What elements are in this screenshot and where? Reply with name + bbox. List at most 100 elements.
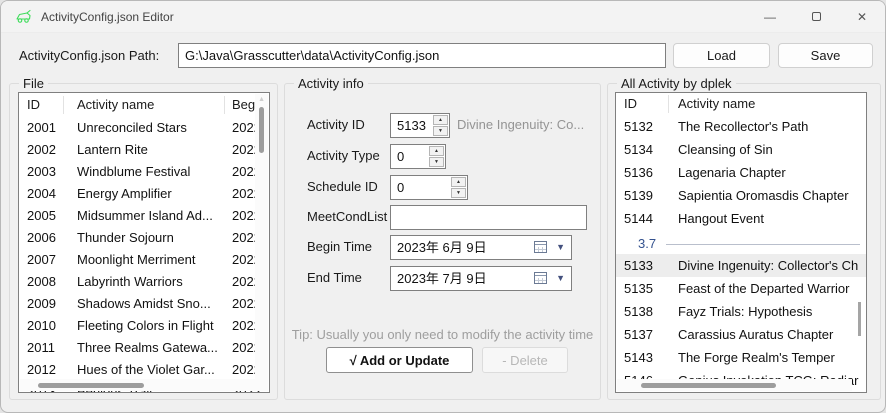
spinner-buttons: ▲ ▼ bbox=[429, 146, 444, 167]
cell-id: 5132 bbox=[624, 115, 653, 138]
cell-activity-name: Three Realms Gatewa... bbox=[77, 337, 218, 359]
table-row[interactable]: 5138Fayz Trials: Hypothesis bbox=[616, 300, 866, 323]
activity-type-row: Activity Type 0 ▲ ▼ bbox=[285, 144, 600, 169]
column-header-id[interactable]: ID bbox=[624, 93, 637, 115]
add-or-update-button[interactable]: √ Add or Update bbox=[326, 347, 473, 373]
minimize-button[interactable]: — bbox=[747, 1, 793, 33]
file-list[interactable]: ID Activity name Begi 2001Unreconciled S… bbox=[18, 92, 270, 393]
table-row[interactable]: 5143The Forge Realm's Temper bbox=[616, 346, 866, 369]
spinner-up-icon[interactable]: ▲ bbox=[433, 115, 448, 125]
table-row[interactable]: 5135Feast of the Departed Warrior bbox=[616, 277, 866, 300]
load-button[interactable]: Load bbox=[673, 43, 770, 68]
end-time-value: 2023年 7月 9日 bbox=[397, 267, 487, 290]
cell-activity-name: Energy Amplifier bbox=[77, 183, 172, 205]
table-row[interactable]: 5144 Hangout Event bbox=[616, 207, 866, 230]
all-activity-list[interactable]: ID Activity name 5132 The Recollector's P… bbox=[615, 92, 867, 393]
activity-type-stepper[interactable]: 0 ▲ ▼ bbox=[390, 144, 446, 169]
file-list-header[interactable]: ID Activity name Begi bbox=[19, 93, 269, 117]
close-button[interactable]: ✕ bbox=[839, 1, 885, 33]
table-row[interactable]: 2003Windblume Festival2022 bbox=[19, 161, 269, 183]
table-row[interactable]: 2006Thunder Sojourn2022 bbox=[19, 227, 269, 249]
file-list-vertical-scrollbar[interactable]: ▲ bbox=[255, 94, 268, 391]
scroll-up-icon[interactable]: ▲ bbox=[258, 96, 265, 103]
spinner-up-icon[interactable]: ▲ bbox=[429, 146, 444, 156]
table-row[interactable]: 5134 Cleansing of Sin bbox=[616, 138, 866, 161]
column-header-activity-name[interactable]: Activity name bbox=[678, 93, 755, 115]
activity-id-stepper[interactable]: 5133 ▲ ▼ bbox=[390, 113, 450, 138]
cell-activity-name: Shadows Amidst Sno... bbox=[77, 293, 211, 315]
end-time-label: End Time bbox=[307, 270, 362, 285]
table-row[interactable]: 2009Shadows Amidst Sno...2022 bbox=[19, 293, 269, 315]
cell-id: 5133 bbox=[624, 254, 653, 277]
all-activity-list-header[interactable]: ID Activity name bbox=[616, 93, 866, 115]
cell-activity-name: Feast of the Departed Warrior bbox=[678, 277, 849, 300]
activity-info-group: Activity info Activity ID 5133 ▲ ▼ Divin… bbox=[284, 83, 601, 400]
activity-type-value: 0 bbox=[397, 145, 404, 168]
app-window: ActivityConfig.json Editor — ✕ ActivityC… bbox=[0, 0, 886, 413]
cell-id: 2010 bbox=[27, 315, 56, 337]
column-divider[interactable] bbox=[63, 96, 64, 114]
cell-id: 2007 bbox=[27, 249, 56, 271]
cell-id: 2003 bbox=[27, 161, 56, 183]
table-row[interactable]: 5136Lagenaria Chapter bbox=[616, 161, 866, 184]
cell-id: 5143 bbox=[624, 346, 653, 369]
end-time-row: End Time 2023年 7月 9日 ▼ bbox=[285, 266, 600, 291]
schedule-id-stepper[interactable]: 0 ▲ ▼ bbox=[390, 175, 468, 200]
scrollbar-thumb[interactable] bbox=[858, 302, 861, 336]
column-header-id[interactable]: ID bbox=[27, 93, 40, 117]
column-divider[interactable] bbox=[668, 95, 669, 113]
table-row[interactable]: 5137Carassius Auratus Chapter bbox=[616, 323, 866, 346]
table-row[interactable]: 2002Lantern Rite2022 bbox=[19, 139, 269, 161]
cell-activity-name: Hues of the Violet Gar... bbox=[77, 359, 215, 381]
spinner-down-icon[interactable]: ▼ bbox=[451, 188, 466, 198]
cell-activity-name: Hangout Event bbox=[678, 207, 764, 230]
scrollbar-thumb[interactable] bbox=[641, 383, 776, 388]
cell-activity-name: The Recollector's Path bbox=[678, 115, 808, 138]
table-row[interactable]: 2007Moonlight Merriment2022 bbox=[19, 249, 269, 271]
table-row[interactable]: 2005Midsummer Island Ad...2022 bbox=[19, 205, 269, 227]
all-activity-vertical-scrollbar[interactable] bbox=[852, 94, 865, 391]
dropdown-arrow-icon[interactable]: ▼ bbox=[556, 242, 565, 252]
cell-id: 5134 bbox=[624, 138, 653, 161]
table-row[interactable]: 2008Labyrinth Warriors2022 bbox=[19, 271, 269, 293]
app-logo-icon bbox=[15, 9, 32, 24]
begin-time-label: Begin Time bbox=[307, 239, 372, 254]
column-divider[interactable] bbox=[224, 96, 225, 114]
table-row[interactable]: 2010Fleeting Colors in Flight2022 bbox=[19, 315, 269, 337]
cell-activity-name: Unreconciled Stars bbox=[77, 117, 187, 139]
begin-time-value: 2023年 6月 9日 bbox=[397, 236, 487, 259]
column-header-activity-name[interactable]: Activity name bbox=[77, 93, 154, 117]
table-row[interactable]: 2012Hues of the Violet Gar...2022 bbox=[19, 359, 269, 381]
save-button[interactable]: Save bbox=[778, 43, 873, 68]
meet-cond-list-label: MeetCondList bbox=[307, 209, 387, 224]
table-row[interactable]: 2011Three Realms Gatewa...2022 bbox=[19, 337, 269, 359]
spinner-down-icon[interactable]: ▼ bbox=[429, 157, 444, 167]
window-title: ActivityConfig.json Editor bbox=[41, 10, 174, 24]
minimize-icon: — bbox=[764, 10, 776, 24]
all-activity-horizontal-scrollbar[interactable] bbox=[617, 379, 852, 391]
cell-id: 5136 bbox=[624, 161, 653, 184]
maximize-button[interactable] bbox=[793, 1, 839, 33]
file-list-horizontal-scrollbar[interactable] bbox=[20, 379, 255, 391]
end-time-picker[interactable]: 2023年 7月 9日 ▼ bbox=[390, 266, 572, 291]
spinner-buttons: ▲ ▼ bbox=[433, 115, 448, 136]
activity-info-group-title: Activity info bbox=[294, 76, 368, 91]
meet-cond-list-input[interactable] bbox=[390, 205, 587, 230]
begin-time-picker[interactable]: 2023年 6月 9日 ▼ bbox=[390, 235, 572, 260]
scrollbar-thumb[interactable] bbox=[38, 383, 144, 388]
schedule-id-row: Schedule ID 0 ▲ ▼ bbox=[285, 175, 600, 200]
spinner-down-icon[interactable]: ▼ bbox=[433, 126, 448, 136]
scrollbar-thumb[interactable] bbox=[259, 107, 264, 153]
table-row[interactable]: 5133Divine Ingenuity: Collector's Ch bbox=[616, 254, 866, 277]
table-row[interactable]: 2004Energy Amplifier2022 bbox=[19, 183, 269, 205]
cell-activity-name: Thunder Sojourn bbox=[77, 227, 174, 249]
table-row[interactable]: 5132 The Recollector's Path bbox=[616, 115, 866, 138]
table-row[interactable]: 5139Sapientia Oromasdis Chapter bbox=[616, 184, 866, 207]
dropdown-arrow-icon[interactable]: ▼ bbox=[556, 273, 565, 283]
cell-id: 5144 bbox=[624, 207, 653, 230]
spinner-up-icon[interactable]: ▲ bbox=[451, 177, 466, 187]
cell-id: 5137 bbox=[624, 323, 653, 346]
cell-activity-name: Cleansing of Sin bbox=[678, 138, 773, 161]
path-input[interactable] bbox=[178, 43, 666, 68]
table-row[interactable]: 2001Unreconciled Stars2022 bbox=[19, 117, 269, 139]
